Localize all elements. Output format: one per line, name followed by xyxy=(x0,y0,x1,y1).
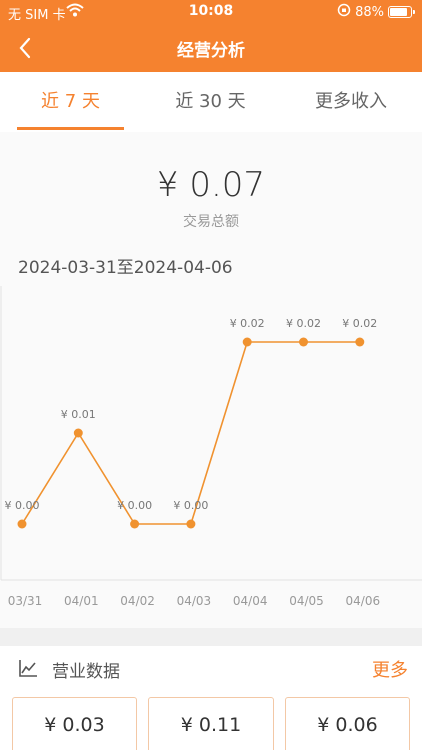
data-point xyxy=(299,337,308,347)
x-tick-label: 04/04 xyxy=(233,594,268,608)
data-point xyxy=(242,337,252,347)
data-label: ¥ 0.00 xyxy=(5,499,40,512)
total-label: 交易总额 xyxy=(183,214,239,230)
orientation-lock-icon xyxy=(337,3,351,21)
x-tick-label: 03/31 xyxy=(8,594,43,608)
data-label: ¥ 0.00 xyxy=(173,499,208,512)
data-point xyxy=(186,519,196,529)
x-tick-label: 04/02 xyxy=(120,594,155,608)
business-cards: ¥ 0.03 ¥ 0.11 ¥ 0.06 xyxy=(0,697,422,750)
x-tick-label: 04/05 xyxy=(289,594,324,608)
battery-percent: 88% xyxy=(355,4,384,20)
x-tick-label: 04/03 xyxy=(177,594,212,608)
more-link[interactable]: 更多 xyxy=(372,656,408,682)
data-label: ¥ 0.02 xyxy=(342,317,377,330)
total-amount: ¥ 0.07 xyxy=(156,165,266,205)
data-point xyxy=(17,519,27,529)
battery-icon xyxy=(388,6,415,18)
x-tick-label: 04/06 xyxy=(346,594,381,608)
series-line xyxy=(21,341,360,525)
data-label: ¥ 0.01 xyxy=(61,408,96,421)
active-tab-indicator xyxy=(17,127,124,130)
data-point xyxy=(73,428,83,438)
data-point xyxy=(355,337,365,347)
page-title: 经营分析 xyxy=(177,41,245,61)
stat-card[interactable]: ¥ 0.06 xyxy=(285,697,410,750)
trend-chart: ¥ 0.00 03/31 ¥ 0.01 04/01 ¥ 0.00 04/02 ¥ 0.00 0… xyxy=(0,286,422,608)
section-divider xyxy=(0,628,422,646)
data-label: ¥ 0.00 xyxy=(117,499,152,512)
nav-bar: 经营分析 xyxy=(0,30,422,66)
app-header: 无 SIM 卡 10:08 88% 经营分析 xyxy=(0,0,422,72)
data-label: ¥ 0.02 xyxy=(286,317,321,330)
stat-card[interactable]: ¥ 0.03 xyxy=(12,697,137,750)
tab-bar: 近 7 天 近 30 天 更多收入 xyxy=(0,72,422,132)
status-bar: 无 SIM 卡 10:08 88% xyxy=(0,0,422,24)
data-point xyxy=(130,519,140,529)
date-range: 2024-03-31至2024-04-06 xyxy=(18,258,233,278)
x-tick-label: 04/01 xyxy=(64,594,99,608)
data-label: ¥ 0.02 xyxy=(230,317,265,330)
tab-7-days[interactable]: 近 7 天 xyxy=(17,87,124,113)
status-right: 88% xyxy=(337,3,415,21)
line-chart-icon xyxy=(18,658,38,678)
business-section-header: 营业数据 更多 xyxy=(0,646,422,691)
tab-more-income[interactable]: 更多收入 xyxy=(296,87,406,113)
business-title: 营业数据 xyxy=(52,662,120,682)
tab-30-days[interactable]: 近 30 天 xyxy=(157,87,264,113)
stat-card[interactable]: ¥ 0.11 xyxy=(148,697,274,750)
